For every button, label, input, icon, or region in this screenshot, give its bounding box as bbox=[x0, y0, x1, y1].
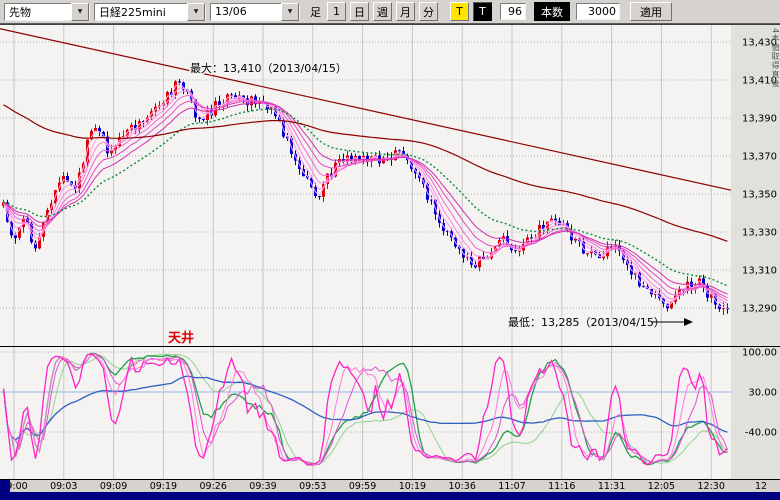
price-and-oscillator-chart[interactable]: 13,43013,41013,39013,37013,35013,33013,3… bbox=[0, 24, 780, 492]
time-tick-label: 09:59 bbox=[349, 481, 376, 492]
chevron-down-icon[interactable]: ▼ bbox=[187, 3, 205, 21]
price-tick-label: 13,310 bbox=[742, 266, 777, 277]
contract-month-value: 13/06 bbox=[215, 5, 279, 18]
period-day-button[interactable]: 日 bbox=[350, 2, 369, 21]
period-month-button[interactable]: 月 bbox=[396, 2, 415, 21]
price-tick-label: 13,350 bbox=[742, 190, 777, 201]
time-tick-label: 12:30 bbox=[698, 481, 725, 492]
bars-label-button[interactable]: 本数 bbox=[534, 2, 570, 21]
chevron-down-icon[interactable]: ▼ bbox=[281, 3, 299, 21]
symbol-select[interactable]: 日経225mini ▼ bbox=[94, 3, 206, 21]
time-tick-label: 11:31 bbox=[598, 481, 625, 492]
time-tick-label: 09:53 bbox=[299, 481, 326, 492]
period-week-button[interactable]: 週 bbox=[373, 2, 392, 21]
bottom-left-marker bbox=[0, 480, 10, 492]
bars-count-input[interactable]: 3000 bbox=[576, 3, 620, 20]
time-tick-label: 12:05 bbox=[648, 481, 675, 492]
ceiling-annotation: 天井 bbox=[168, 330, 194, 346]
tick-count-input[interactable]: 96 bbox=[500, 3, 526, 20]
contract-month-select[interactable]: 13/06 ▼ bbox=[210, 3, 300, 21]
tick-toggle-active-button[interactable]: T bbox=[450, 2, 469, 21]
time-tick-label: 11:16 bbox=[548, 481, 575, 492]
time-tick-label: 09:09 bbox=[100, 481, 127, 492]
min-annotation: 最低：13,285（2013/04/15） bbox=[508, 316, 665, 329]
category-select-value: 先物 bbox=[9, 4, 69, 20]
chevron-down-icon[interactable]: ▼ bbox=[71, 3, 89, 21]
symbol-select-value: 日経225mini bbox=[99, 4, 185, 20]
time-tick-label: 11:07 bbox=[498, 481, 525, 492]
apply-button[interactable]: 適用 bbox=[630, 2, 672, 21]
price-tick-label: 13,390 bbox=[742, 114, 777, 125]
max-annotation: 最大：13,410（2013/04/15） bbox=[190, 61, 347, 75]
time-tick-label: 12 bbox=[755, 481, 767, 492]
price-tick-label: 13,330 bbox=[742, 228, 777, 239]
period-1min-button[interactable]: 1 bbox=[327, 2, 346, 21]
oscillator-tick-label: -40.00 bbox=[745, 428, 777, 439]
toolbar: 先物 ▼ 日経225mini ▼ 13/06 ▼ 足 1 日 週 月 分 T T… bbox=[0, 0, 780, 24]
chart-area[interactable]: 13,43013,41013,39013,37013,35013,33013,3… bbox=[0, 24, 780, 492]
time-tick-label: 10:19 bbox=[399, 481, 426, 492]
time-tick-label: 09:26 bbox=[200, 481, 227, 492]
category-select[interactable]: 先物 ▼ bbox=[4, 3, 90, 21]
price-tick-label: 13,290 bbox=[742, 304, 777, 315]
time-tick-label: 09:19 bbox=[150, 481, 177, 492]
period-minute-button[interactable]: 分 bbox=[419, 2, 438, 21]
time-tick-label: 09:03 bbox=[50, 481, 77, 492]
right-edge-vertical-label: 4本値取得直後 bbox=[771, 28, 779, 88]
chart-window: 先物 ▼ 日経225mini ▼ 13/06 ▼ 足 1 日 週 月 分 T T… bbox=[0, 0, 780, 500]
bottom-scrollbar[interactable] bbox=[0, 492, 780, 500]
tick-mode-button[interactable]: T bbox=[473, 2, 492, 21]
oscillator-tick-label: 100.00 bbox=[742, 348, 777, 359]
time-tick-label: 10:36 bbox=[449, 481, 476, 492]
ashi-label: 足 bbox=[310, 4, 321, 20]
time-tick-label: 09:39 bbox=[249, 481, 276, 492]
price-tick-label: 13,370 bbox=[742, 152, 777, 163]
oscillator-tick-label: 30.00 bbox=[748, 388, 777, 399]
